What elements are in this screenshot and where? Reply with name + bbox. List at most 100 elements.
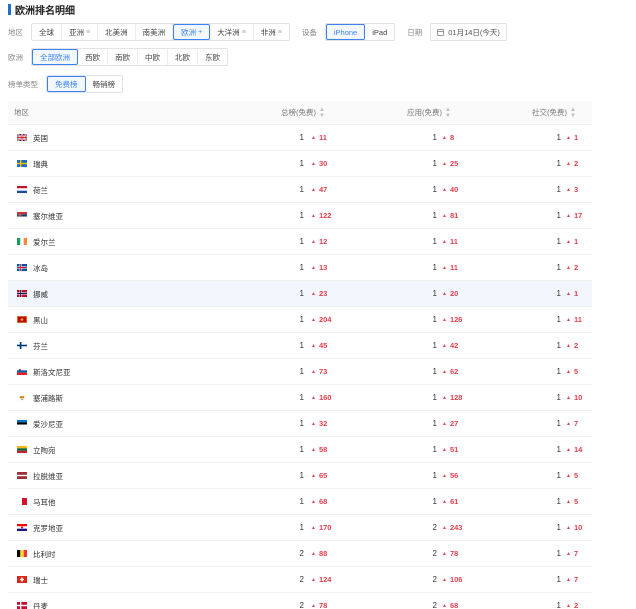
table-row[interactable]: 马耳他 1 ▲ 68 1 ▲ 61 1 ▲ 5	[8, 489, 592, 515]
country-name: 克罗地亚	[33, 524, 63, 533]
up-arrow-icon: ▲	[566, 135, 571, 141]
date-picker[interactable]: 01月14日(今天)	[430, 23, 507, 41]
fi-flag-icon	[17, 342, 27, 349]
overall-rank: 2	[299, 601, 304, 609]
overall-rank-change: ▲ 73	[311, 367, 327, 376]
social-rank: 1	[556, 263, 561, 272]
up-arrow-icon: ▲	[442, 239, 447, 245]
social-rank-change: ▲ 7	[566, 419, 578, 428]
table-row[interactable]: 爱尔兰 1 ▲ 12 1 ▲ 11 1 ▲ 1	[8, 229, 592, 255]
ranking-panel: 欧洲排名明细 地区 全球 亚洲 ≡ 北美洲 南美洲 欧洲 + 大洋洲 ≡ 非洲 ≡ 设备…	[8, 0, 592, 609]
table-row[interactable]: 丹麦 2 ▲ 78 2 ▲ 68 1 ▲ 2	[8, 593, 592, 609]
overall-rank-change: ▲ 124	[311, 575, 331, 584]
subregion-option-west[interactable]: 西欧	[78, 49, 108, 65]
country-name: 芬兰	[33, 342, 48, 351]
country-name: 马耳他	[33, 498, 56, 507]
app-change-value: 42	[449, 341, 459, 350]
app-rank: 1	[432, 263, 437, 272]
table-row[interactable]: 挪威 1 ▲ 23 1 ▲ 20 1 ▲ 1	[8, 281, 592, 307]
country-name: 塞尔维亚	[33, 212, 63, 221]
social-change-value: 7	[573, 549, 579, 558]
app-rank-change: ▲ 40	[442, 185, 458, 194]
subregion-option-central[interactable]: 中欧	[138, 49, 168, 65]
lv-flag-icon	[17, 472, 27, 479]
up-arrow-icon: ▲	[566, 577, 571, 583]
chart-type-label: 榜单类型	[8, 79, 38, 89]
country-name: 斯洛文尼亚	[33, 368, 71, 377]
subregion-option-all[interactable]: 全部欧洲	[32, 49, 78, 65]
table-row[interactable]: 黑山 1 ▲ 204 1 ▲ 126 1 ▲ 11	[8, 307, 592, 333]
up-arrow-icon: ▲	[311, 577, 316, 583]
subregion-option-north[interactable]: 北欧	[168, 49, 198, 65]
app-rank-change: ▲ 126	[442, 315, 462, 324]
app-change-value: 56	[449, 471, 459, 480]
up-arrow-icon: ▲	[311, 343, 316, 349]
table-row[interactable]: 立陶宛 1 ▲ 58 1 ▲ 51 1 ▲ 14	[8, 437, 592, 463]
app-rank: 1	[432, 393, 437, 402]
overall-rank-change: ▲ 12	[311, 237, 327, 246]
chart-type-grossing[interactable]: 畅销榜	[86, 76, 123, 92]
table-row[interactable]: 芬兰 1 ▲ 45 1 ▲ 42 1 ▲ 2	[8, 333, 592, 359]
overall-rank-change: ▲ 13	[311, 263, 327, 272]
up-arrow-icon: ▲	[311, 369, 316, 375]
table-row[interactable]: 比利时 2 ▲ 88 2 ▲ 78 1 ▲ 7	[8, 541, 592, 567]
social-change-value: 7	[573, 575, 579, 584]
region-label: 地区	[8, 27, 23, 37]
table-row[interactable]: 瑞士 2 ▲ 124 2 ▲ 106 1 ▲ 7	[8, 567, 592, 593]
table-row[interactable]: 冰岛 1 ▲ 13 1 ▲ 11 1 ▲ 2	[8, 255, 592, 281]
social-change-value: 2	[573, 159, 579, 168]
region-option-europe[interactable]: 欧洲 +	[173, 24, 211, 40]
device-option-iphone[interactable]: iPhone	[325, 24, 366, 40]
country-name: 爱尔兰	[33, 238, 56, 247]
app-rank-change: ▲ 106	[442, 575, 462, 584]
region-option-north-america[interactable]: 北美洲	[98, 24, 136, 40]
country-name: 爱沙尼亚	[33, 420, 63, 429]
overall-rank-change: ▲ 23	[311, 289, 327, 298]
overall-rank: 1	[299, 445, 304, 454]
subregion-option-south[interactable]: 南欧	[108, 49, 138, 65]
overall-rank: 1	[299, 133, 304, 142]
app-change-value: 68	[449, 601, 459, 609]
up-arrow-icon: ▲	[311, 265, 316, 271]
up-arrow-icon: ▲	[566, 265, 571, 271]
app-change-value: 128	[449, 393, 463, 402]
social-rank-change: ▲ 2	[566, 263, 578, 272]
table-row[interactable]: 斯洛文尼亚 1 ▲ 73 1 ▲ 62 1 ▲ 5	[8, 359, 592, 385]
table-row[interactable]: 荷兰 1 ▲ 47 1 ▲ 40 1 ▲ 3	[8, 177, 592, 203]
region-option-africa[interactable]: 非洲 ≡	[254, 24, 289, 40]
up-arrow-icon: ▲	[566, 161, 571, 167]
region-option-south-america[interactable]: 南美洲	[136, 24, 174, 40]
subregion-option-east[interactable]: 东欧	[198, 49, 227, 65]
table-row[interactable]: 塞尔维亚 1 ▲ 122 1 ▲ 81 1 ▲ 17	[8, 203, 592, 229]
overall-rank-change: ▲ 30	[311, 159, 327, 168]
region-option-oceania[interactable]: 大洋洲 ≡	[210, 24, 254, 40]
social-rank: 1	[556, 471, 561, 480]
social-rank: 1	[556, 133, 561, 142]
app-change-value: 51	[449, 445, 459, 454]
table-row[interactable]: 克罗地亚 1 ▲ 170 2 ▲ 243 1 ▲ 10	[8, 515, 592, 541]
no-flag-icon	[17, 290, 27, 297]
table-row[interactable]: 英国 1 ▲ 11 1 ▲ 8 1 ▲ 1	[8, 125, 592, 151]
up-arrow-icon: ▲	[311, 473, 316, 479]
chart-type-free[interactable]: 免费榜	[47, 76, 86, 92]
header-social[interactable]: 社交(免费) ▲ ▼	[532, 107, 576, 119]
up-arrow-icon: ▲	[442, 525, 447, 531]
app-rank-change: ▲ 25	[442, 159, 458, 168]
device-option-ipad[interactable]: iPad	[365, 24, 394, 40]
table-row[interactable]: 爱沙尼亚 1 ▲ 32 1 ▲ 27 1 ▲ 7	[8, 411, 592, 437]
region-option-asia[interactable]: 亚洲 ≡	[62, 24, 99, 40]
header-app[interactable]: 应用(免费) ▲ ▼	[407, 107, 451, 119]
up-arrow-icon: ▲	[442, 603, 447, 609]
menu-icon: ≡	[86, 28, 91, 36]
table-row[interactable]: 拉脱维亚 1 ▲ 65 1 ▲ 56 1 ▲ 5	[8, 463, 592, 489]
header-overall[interactable]: 总榜(免费) ▲ ▼	[281, 107, 325, 119]
region-option-global[interactable]: 全球	[32, 24, 62, 40]
table-row[interactable]: 瑞典 1 ▲ 30 1 ▲ 25 1 ▲ 2	[8, 151, 592, 177]
header-overall-label: 总榜(免费)	[281, 108, 316, 117]
social-rank-change: ▲ 1	[566, 237, 578, 246]
app-change-value: 8	[449, 133, 455, 142]
app-rank-change: ▲ 11	[442, 263, 458, 272]
app-rank: 1	[432, 185, 437, 194]
table-row[interactable]: 塞浦路斯 1 ▲ 160 1 ▲ 128 1 ▲ 10	[8, 385, 592, 411]
overall-rank-change: ▲ 88	[311, 549, 327, 558]
